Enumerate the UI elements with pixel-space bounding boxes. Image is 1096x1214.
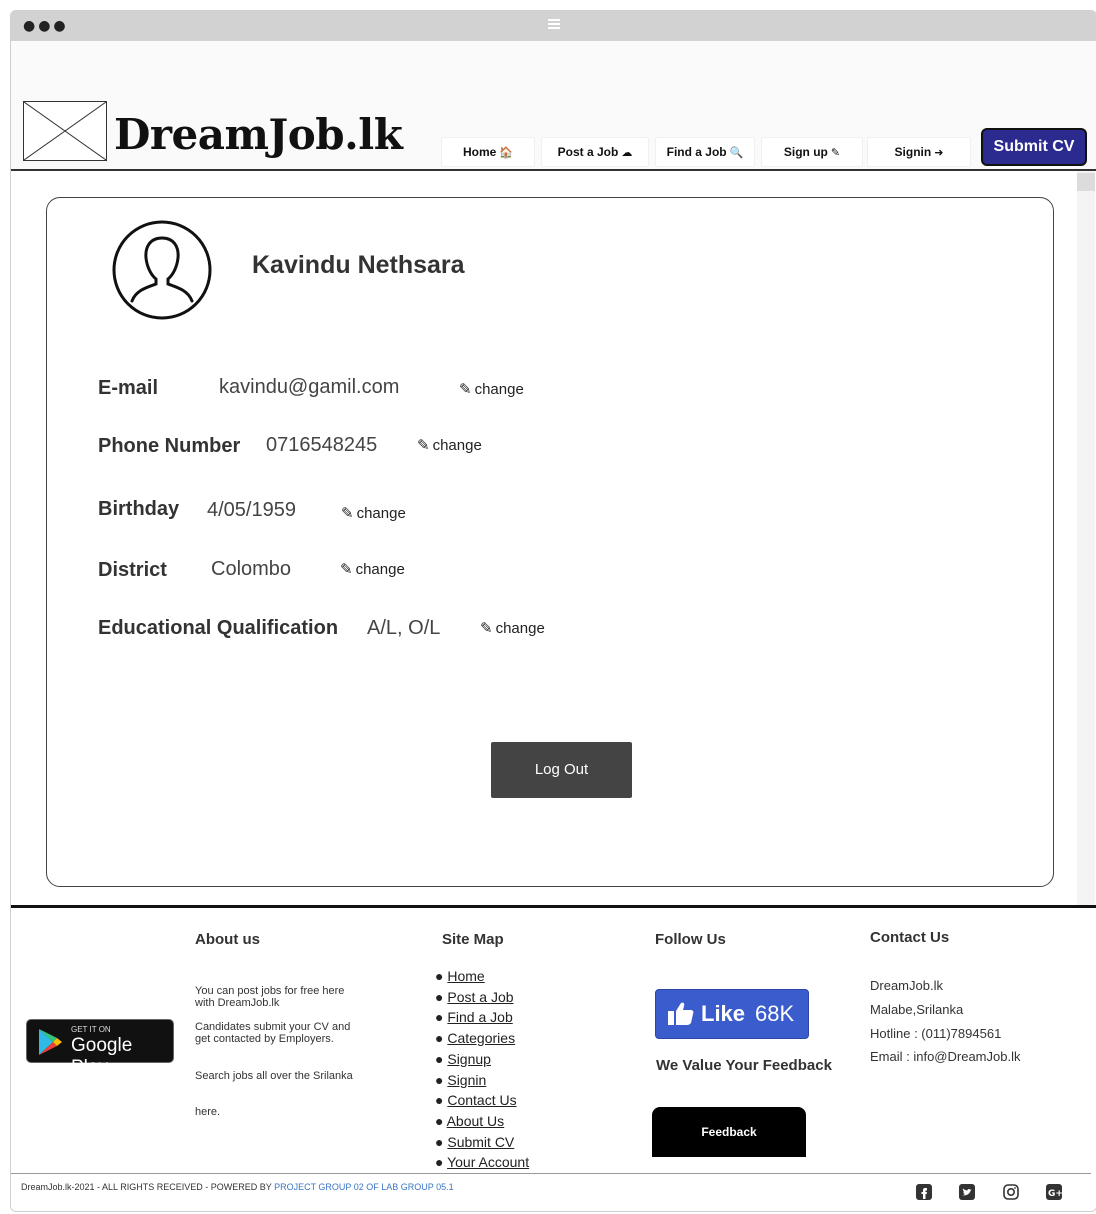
pencil-icon: ✎ [417,436,430,454]
nav-find-job[interactable]: Find a Job 🔍 [655,137,755,167]
contact-line: Malabe,Srilanka [870,1002,964,1017]
nav-home-label: Home [462,145,497,159]
sitemap-link-categories[interactable]: ● Categories [435,1028,529,1049]
change-label: change [474,381,524,398]
window-controls[interactable]: ●●● [23,19,69,33]
phone-change-link[interactable]: ✎ change [417,436,482,454]
sitemap-link-submit-cv[interactable]: ● Submit CV [435,1132,529,1153]
pencil-icon: ✎ [341,504,354,522]
sitemap-link-post-job[interactable]: ● Post a Job [435,987,529,1008]
copyright-text: DreamJob.lk-2021 - ALL RIGHTS RECEIVED -… [21,1182,454,1192]
submit-cv-button[interactable]: Submit CV [981,128,1087,166]
email-value: kavindu@gamil.com [219,376,400,398]
about-text: here. [195,1106,221,1118]
sitemap-link-signup[interactable]: ● Signup [435,1049,529,1070]
cloud-upload-icon: ☁ [621,146,633,159]
nav-sign-up[interactable]: Sign up ✎ [761,137,863,167]
sitemap-title: Site Map [442,931,504,948]
nav-signin[interactable]: Signin ➜ [867,137,971,167]
sign-in-icon: ➜ [934,146,944,159]
phone-label: Phone Number [98,435,241,457]
birthday-value: 4/05/1959 [207,499,296,521]
email-label: E-mail [98,377,159,399]
district-change-link[interactable]: ✎ change [340,560,405,578]
contact-line: DreamJob.lk [870,978,943,993]
sitemap-link-find-job[interactable]: ● Find a Job [435,1007,529,1028]
like-label: Like [701,1001,746,1026]
user-name: Kavindu Nethsara [252,251,465,279]
pencil-icon: ✎ [340,560,353,578]
google-play-icon [39,1029,62,1055]
change-label: change [432,437,482,454]
instagram-icon[interactable] [1002,1183,1020,1201]
education-value: A/L, O/L [367,617,441,639]
change-label: change [355,561,405,578]
email-change-link[interactable]: ✎ change [459,380,524,398]
sitemap-list: ● Home ● Post a Job ● Find a Job ● Categ… [435,966,529,1173]
title-bar: ●●● [11,11,1096,41]
edit-icon: ✎ [830,146,841,159]
sitemap-link-about[interactable]: ● About Us [435,1111,529,1132]
scrollbar[interactable] [1077,171,1095,905]
nav-post-job-label: Post a Job [557,145,619,159]
logo-placeholder-image [23,101,107,161]
footer-divider [11,1173,1091,1174]
change-label: change [356,505,406,522]
copyright-label: DreamJob.lk-2021 - ALL RIGHTS RECEIVED -… [21,1182,272,1192]
facebook-like-button[interactable]: Like 68K [655,989,809,1039]
logout-button[interactable]: Log Out [491,742,632,798]
about-text: Candidates submit your CV and get contac… [195,1021,351,1045]
pencil-icon: ✎ [459,380,472,398]
like-count: 68K [755,1001,795,1026]
about-text: You can post jobs for free here with Dre… [195,985,345,1009]
contact-line: Hotline : (011)7894561 [870,1026,1002,1041]
follow-title: Follow Us [655,931,726,948]
google-play-small-text: GET IT ON [71,1025,111,1034]
search-icon: 🔍 [729,146,744,159]
site-header: DreamJob.lk Home 🏠 Post a Job ☁ Find a Job… [11,41,1096,171]
feedback-button[interactable]: Feedback [652,1107,806,1157]
contact-title: Contact Us [870,929,950,946]
birthday-label: Birthday [98,498,180,520]
contact-line: Email : info@DreamJob.lk [870,1049,1021,1064]
google-play-text: Google Play [71,1035,133,1078]
home-icon: 🏠 [499,146,514,159]
birthday-change-link[interactable]: ✎ change [341,504,406,522]
nav-sign-up-label: Sign up [783,145,828,159]
powered-by-link[interactable]: PROJECT GROUP 02 OF LAB GROUP 05.1 [274,1182,454,1192]
browser-window: ●●● DreamJob.lk Home 🏠 Post a Job ☁ Find a… [10,10,1096,1212]
scrollbar-thumb[interactable] [1077,173,1095,191]
sitemap-link-account[interactable]: ● Your Account [435,1152,529,1173]
user-avatar-icon [112,220,212,320]
about-title: About us [195,931,260,948]
menu-icon[interactable] [548,19,560,29]
sitemap-link-home[interactable]: ● Home [435,966,529,987]
district-label: District [98,559,167,581]
sitemap-link-contact[interactable]: ● Contact Us [435,1090,529,1111]
nav-signin-label: Signin [894,145,932,159]
education-label: Educational Qualification [98,617,339,639]
nav-post-job[interactable]: Post a Job ☁ [541,137,649,167]
district-value: Colombo [211,558,292,580]
nav-home[interactable]: Home 🏠 [441,137,535,167]
about-text: Search jobs all over the Srilanka [195,1070,353,1082]
twitter-icon[interactable] [958,1183,976,1201]
brand-title: DreamJob.lk [114,110,403,159]
nav-find-job-label: Find a Job [666,145,727,159]
feedback-heading: We Value Your Feedback [656,1057,832,1074]
google-plus-icon[interactable]: G+ [1045,1183,1063,1201]
thumbs-up-icon [668,1002,694,1025]
sitemap-link-signin[interactable]: ● Signin [435,1070,529,1091]
facebook-icon[interactable] [915,1183,933,1201]
change-label: change [495,620,545,637]
svg-text:G+: G+ [1048,1189,1063,1199]
phone-value: 0716548245 [266,434,378,456]
google-play-badge[interactable]: GET IT ON Google Play [26,1019,174,1078]
education-change-link[interactable]: ✎ change [480,619,545,637]
pencil-icon: ✎ [480,619,493,637]
